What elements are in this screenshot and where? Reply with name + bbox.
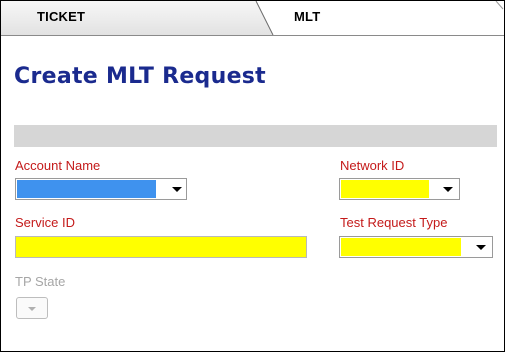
tab-mlt-label: MLT: [294, 9, 321, 24]
chevron-down-icon: [443, 187, 453, 192]
tab-ticket-label: TICKET: [37, 9, 86, 24]
network-id-select[interactable]: [339, 178, 460, 200]
tab-mlt[interactable]: MLT: [263, 1, 504, 35]
service-id-input[interactable]: [15, 236, 307, 258]
test-request-type-label: Test Request Type: [340, 215, 448, 230]
network-id-label: Network ID: [340, 158, 405, 173]
account-name-label: Account Name: [15, 158, 101, 173]
chevron-down-icon: [172, 187, 182, 192]
tab-bar: TICKET MLT: [1, 1, 504, 36]
chevron-down-icon: [28, 307, 36, 311]
test-request-type-selected-value: [341, 238, 461, 256]
tab-ticket[interactable]: TICKET: [1, 1, 263, 35]
account-name-selected-value: [17, 180, 156, 198]
network-id-selected-value: [341, 180, 429, 198]
tp-state-select[interactable]: [16, 297, 48, 319]
section-header-bar: [14, 125, 497, 147]
app-frame: TICKET MLT Create MLT Request Account Na…: [0, 0, 505, 352]
test-request-type-select[interactable]: [339, 236, 493, 258]
tp-state-label: TP State: [15, 274, 66, 289]
account-name-select[interactable]: [15, 178, 187, 200]
page-title: Create MLT Request: [14, 64, 266, 89]
service-id-label: Service ID: [15, 215, 75, 230]
chevron-down-icon: [476, 245, 486, 250]
